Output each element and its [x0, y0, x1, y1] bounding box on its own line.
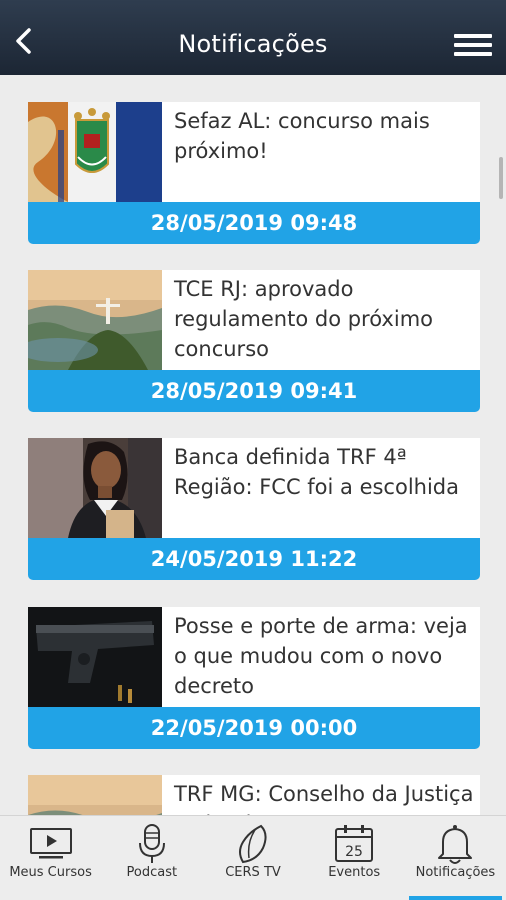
notification-body: Sefaz AL: concurso mais próximo!	[162, 102, 480, 202]
calendar-day: 25	[345, 844, 363, 860]
notification-date: 28/05/2019 09:41	[28, 370, 480, 412]
tab-eventos[interactable]: 25 Eventos	[304, 816, 405, 900]
notification-card[interactable]: Banca definida TRF 4ª Região: FCC foi a …	[28, 438, 480, 580]
notification-headline: TCE RJ: aprovado regulamento do próximo …	[174, 277, 434, 361]
notification-body: Banca definida TRF 4ª Região: FCC foi a …	[162, 438, 480, 538]
cers-tv-logo-icon	[239, 824, 267, 864]
notification-thumbnail	[28, 607, 162, 707]
notification-thumbnail	[28, 775, 162, 815]
notification-thumbnail	[28, 270, 162, 370]
bottom-tab-bar: Meus Cursos Podcast CERS TV 25 Eventos N…	[0, 815, 506, 900]
page-title: Notificações	[178, 30, 328, 58]
notification-body: Posse e porte de arma: veja o que mudou …	[162, 607, 480, 707]
tab-podcast[interactable]: Podcast	[101, 816, 202, 900]
tab-label: Eventos	[328, 865, 381, 880]
tab-label: CERS TV	[225, 865, 281, 880]
notification-headline: Posse e porte de arma: veja o que mudou …	[174, 614, 468, 698]
notification-card[interactable]: TCE RJ: aprovado regulamento do próximo …	[28, 270, 480, 412]
notification-thumbnail	[28, 102, 162, 202]
bell-icon	[438, 825, 473, 864]
notification-body: TRF MG: Conselho da Justiça Federal	[162, 775, 480, 815]
tab-label: Notificações	[415, 865, 496, 880]
tab-notificacoes[interactable]: Notificações	[405, 816, 506, 900]
notification-date: 22/05/2019 00:00	[28, 707, 480, 749]
calendar-icon: 25	[335, 825, 374, 862]
notification-list[interactable]: Sefaz AL: concurso mais próximo! 28/05/2…	[0, 75, 506, 815]
notification-card[interactable]: Posse e porte de arma: veja o que mudou …	[28, 607, 480, 749]
tab-cers-tv[interactable]: CERS TV	[202, 816, 303, 900]
microphone-icon	[138, 824, 165, 863]
hamburger-menu-icon	[454, 34, 492, 38]
notification-date: 28/05/2019 09:48	[28, 202, 480, 244]
app-header: Notificações	[0, 0, 506, 75]
scrollbar[interactable]	[499, 157, 503, 199]
monitor-play-icon	[29, 828, 72, 859]
notification-card[interactable]: TRF MG: Conselho da Justiça Federal	[28, 775, 480, 815]
notification-headline: TRF MG: Conselho da Justiça Federal	[174, 782, 474, 815]
tab-meus-cursos[interactable]: Meus Cursos	[0, 816, 101, 900]
notification-headline: Sefaz AL: concurso mais próximo!	[174, 109, 430, 163]
menu-button[interactable]	[454, 34, 492, 56]
notification-headline: Banca definida TRF 4ª Região: FCC foi a …	[174, 445, 460, 499]
notification-date: 24/05/2019 11:22	[28, 538, 480, 580]
notification-thumbnail	[28, 438, 162, 538]
tab-label: Podcast	[126, 865, 178, 880]
notification-body: TCE RJ: aprovado regulamento do próximo …	[162, 270, 480, 370]
notification-card[interactable]: Sefaz AL: concurso mais próximo! 28/05/2…	[28, 102, 480, 244]
tab-label: Meus Cursos	[9, 865, 92, 880]
